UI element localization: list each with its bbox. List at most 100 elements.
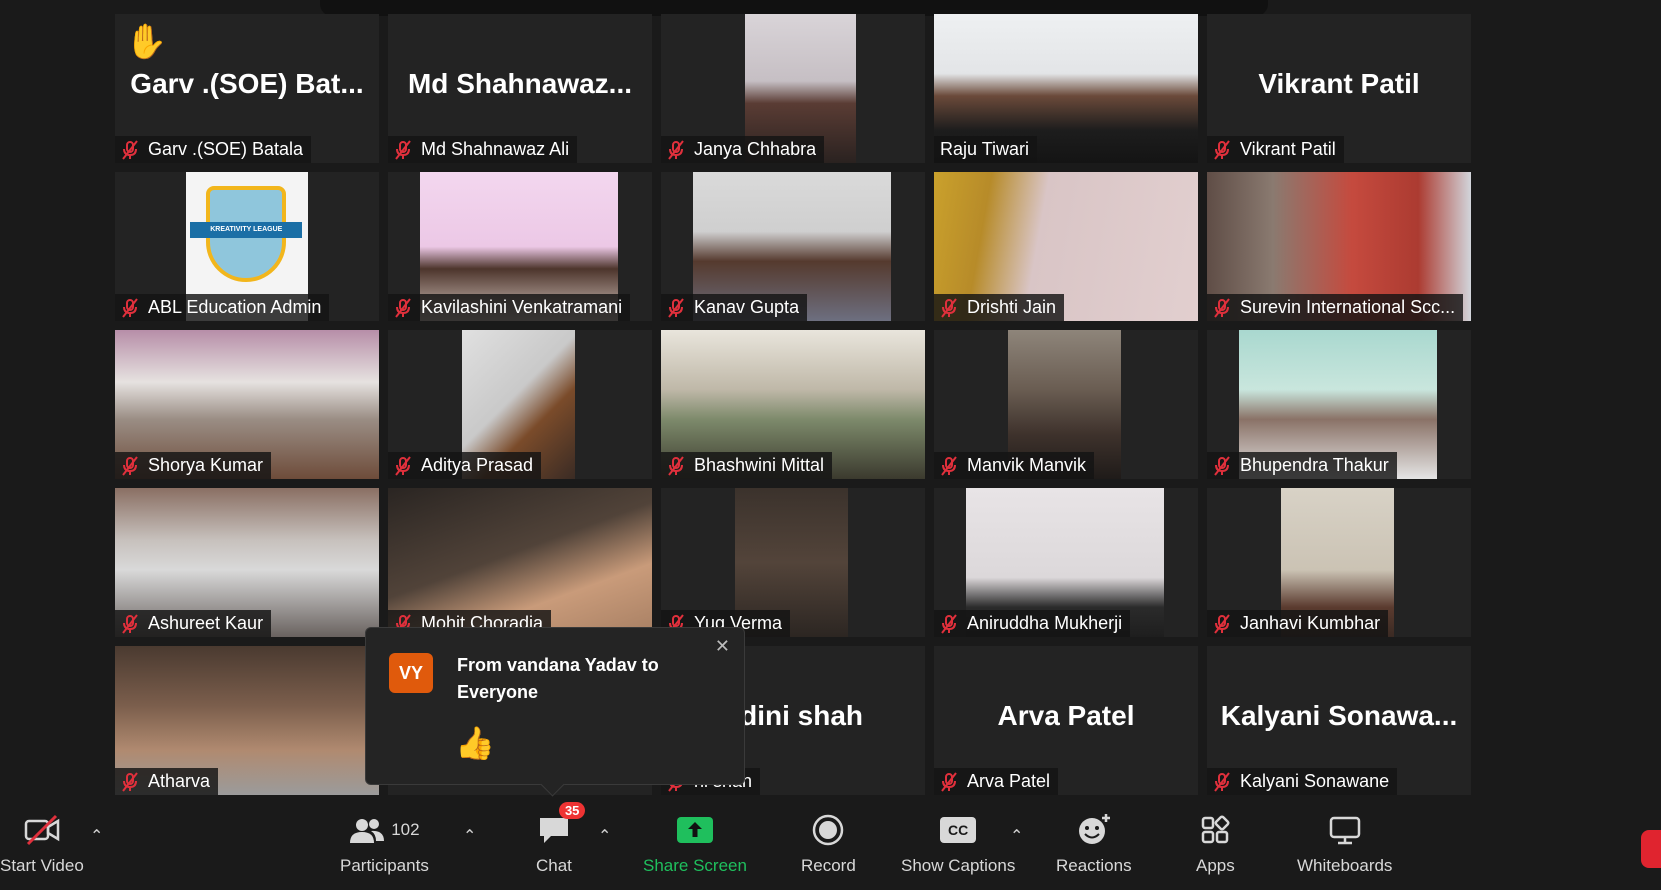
participant-tile[interactable]: Kalyani Sonawa... Kalyani Sonawane <box>1207 646 1471 795</box>
muted-mic-icon <box>668 297 684 318</box>
participant-name-label: ABL Education Admin <box>115 294 330 321</box>
participant-name: Drishti Jain <box>967 297 1057 317</box>
chat-notification-title: From vandana Yadav to Everyone <box>457 655 659 702</box>
participant-name: Atharva <box>148 771 211 791</box>
muted-mic-icon <box>122 455 138 476</box>
record-icon <box>813 814 844 846</box>
whiteboards-button[interactable]: Whiteboards <box>1297 810 1392 885</box>
muted-mic-icon <box>395 297 411 318</box>
participant-name: Ashureet Kaur <box>148 613 264 633</box>
participant-name: Manvik Manvik <box>967 455 1087 475</box>
participant-tile[interactable]: Kanav Gupta <box>661 172 925 321</box>
participant-name: Aditya Prasad <box>421 455 534 475</box>
participant-tile[interactable]: Bhupendra Thakur <box>1207 330 1471 479</box>
participant-tile[interactable]: Vikrant Patil Vikrant Patil <box>1207 14 1471 163</box>
participant-tile[interactable]: Arva Patel Arva Patel <box>934 646 1198 795</box>
record-label: Record <box>801 856 856 875</box>
record-button[interactable]: Record <box>801 810 856 885</box>
show-captions-button[interactable]: CC Show Captions <box>901 810 1015 885</box>
video-options-chevron-up-icon[interactable]: ⌃ <box>90 826 103 846</box>
participant-name-label: Atharva <box>115 768 219 795</box>
participant-name: Janya Chhabra <box>694 139 817 159</box>
participants-count: 102 <box>391 820 420 839</box>
participants-button[interactable]: 102 Participants <box>340 810 429 885</box>
whiteboard-icon <box>1329 816 1360 845</box>
chat-label: Chat <box>536 856 572 875</box>
participant-name-label: Kalyani Sonawane <box>1207 768 1398 795</box>
participant-name-label: Janya Chhabra <box>661 136 825 163</box>
muted-mic-icon <box>941 455 957 476</box>
participant-name-label: Surevin International Scc... <box>1207 294 1464 321</box>
participant-name-label: Kavilashini Venkatramani <box>388 294 631 321</box>
participant-tile[interactable]: Aditya Prasad <box>388 330 652 479</box>
chat-options-chevron-up-icon[interactable]: ⌃ <box>598 826 611 846</box>
participant-name: Bhupendra Thakur <box>1240 455 1389 475</box>
participant-tile[interactable]: Bhashwini Mittal <box>661 330 925 479</box>
apps-label: Apps <box>1196 856 1235 875</box>
participant-tile[interactable]: Janhavi Kumbhar <box>1207 488 1471 637</box>
show-captions-label: Show Captions <box>901 856 1016 875</box>
chat-unread-badge: 35 <box>558 802 586 819</box>
participant-name: Kalyani Sonawane <box>1240 771 1390 791</box>
participant-tile[interactable]: Janya Chhabra <box>661 14 925 163</box>
participant-tile[interactable]: Raju Tiwari <box>934 14 1198 163</box>
participant-tile[interactable]: Surevin International Scc... <box>1207 172 1471 321</box>
participant-tile[interactable]: Kavilashini Venkatramani <box>388 172 652 321</box>
participant-tile[interactable]: Shorya Kumar <box>115 330 379 479</box>
participant-name-label: Bhupendra Thakur <box>1207 452 1397 479</box>
share-screen-button[interactable]: Share Screen <box>643 810 747 885</box>
reactions-button[interactable]: Reactions <box>1056 810 1132 885</box>
end-meeting-edge-button[interactable] <box>1641 830 1661 868</box>
participant-video-grid: ✋ Garv .(SOE) Bat... Garv .(SOE) Batala Md … <box>115 14 1473 795</box>
muted-mic-icon <box>941 613 957 634</box>
participants-icon <box>350 819 385 843</box>
muted-mic-icon <box>668 139 684 160</box>
participant-name: Janhavi Kumbhar <box>1240 613 1381 633</box>
participant-name-label: Bhashwini Mittal <box>661 452 833 479</box>
participant-name: Bhashwini Mittal <box>694 455 825 475</box>
start-video-label: Start Video <box>0 856 84 875</box>
participant-tile[interactable]: Drishti Jain <box>934 172 1198 321</box>
participant-name: Vikrant Patil <box>1240 139 1336 159</box>
participant-name-label: Aditya Prasad <box>388 452 542 479</box>
participant-name-label: Ashureet Kaur <box>115 610 272 637</box>
participant-tile[interactable]: ✋ Garv .(SOE) Bat... Garv .(SOE) Batala <box>115 14 379 163</box>
participant-tile[interactable]: Atharva <box>115 646 379 795</box>
participants-label: Participants <box>340 856 429 875</box>
chat-button[interactable]: 35 Chat <box>536 802 586 885</box>
muted-mic-icon <box>1214 613 1230 634</box>
participant-display-name: Vikrant Patil <box>1258 67 1420 99</box>
muted-mic-icon <box>122 771 138 792</box>
apps-button[interactable]: Apps <box>1196 810 1235 885</box>
participant-name-label: Janhavi Kumbhar <box>1207 610 1389 637</box>
participant-name: Kavilashini Venkatramani <box>421 297 623 317</box>
raised-hand-icon: ✋ <box>125 23 168 61</box>
participant-tile[interactable]: Md Shahnawaz... Md Shahnawaz Ali <box>388 14 652 163</box>
captions-options-chevron-up-icon[interactable]: ⌃ <box>1010 826 1023 846</box>
participant-tile[interactable]: Yug Verma <box>661 488 925 637</box>
apps-icon <box>1202 815 1230 844</box>
close-icon[interactable]: ✕ <box>715 636 730 657</box>
participant-tile[interactable]: Manvik Manvik <box>934 330 1198 479</box>
chat-icon <box>539 818 568 843</box>
reactions-label: Reactions <box>1056 856 1132 875</box>
sender-avatar: VY <box>389 653 433 693</box>
chat-notification-popup[interactable]: VY From vandana Yadav to Everyone 👍 ✕ <box>365 627 745 797</box>
participant-tile[interactable]: Aniruddha Mukherji <box>934 488 1198 637</box>
muted-mic-icon <box>668 455 684 476</box>
logo-banner: KREATIVITY LEAGUE <box>190 222 303 238</box>
muted-mic-icon <box>122 139 138 160</box>
participants-options-chevron-up-icon[interactable]: ⌃ <box>463 826 476 846</box>
captions-icon: CC <box>940 817 977 843</box>
start-video-button[interactable]: Start Video <box>0 810 84 885</box>
participant-display-name: Md Shahnawaz... <box>407 67 633 99</box>
muted-mic-icon <box>395 455 411 476</box>
participant-name: Kanav Gupta <box>694 297 800 317</box>
participant-name-label: Md Shahnawaz Ali <box>388 136 578 163</box>
participant-tile[interactable]: Mohit Choradia <box>388 488 652 637</box>
participant-tile[interactable]: KREATIVITY LEAGUE ABL Education Admin <box>115 172 379 321</box>
participant-name-label: Raju Tiwari <box>934 136 1038 163</box>
participant-name-label: Kanav Gupta <box>661 294 808 321</box>
participant-tile[interactable]: Ashureet Kaur <box>115 488 379 637</box>
muted-mic-icon <box>122 613 138 634</box>
